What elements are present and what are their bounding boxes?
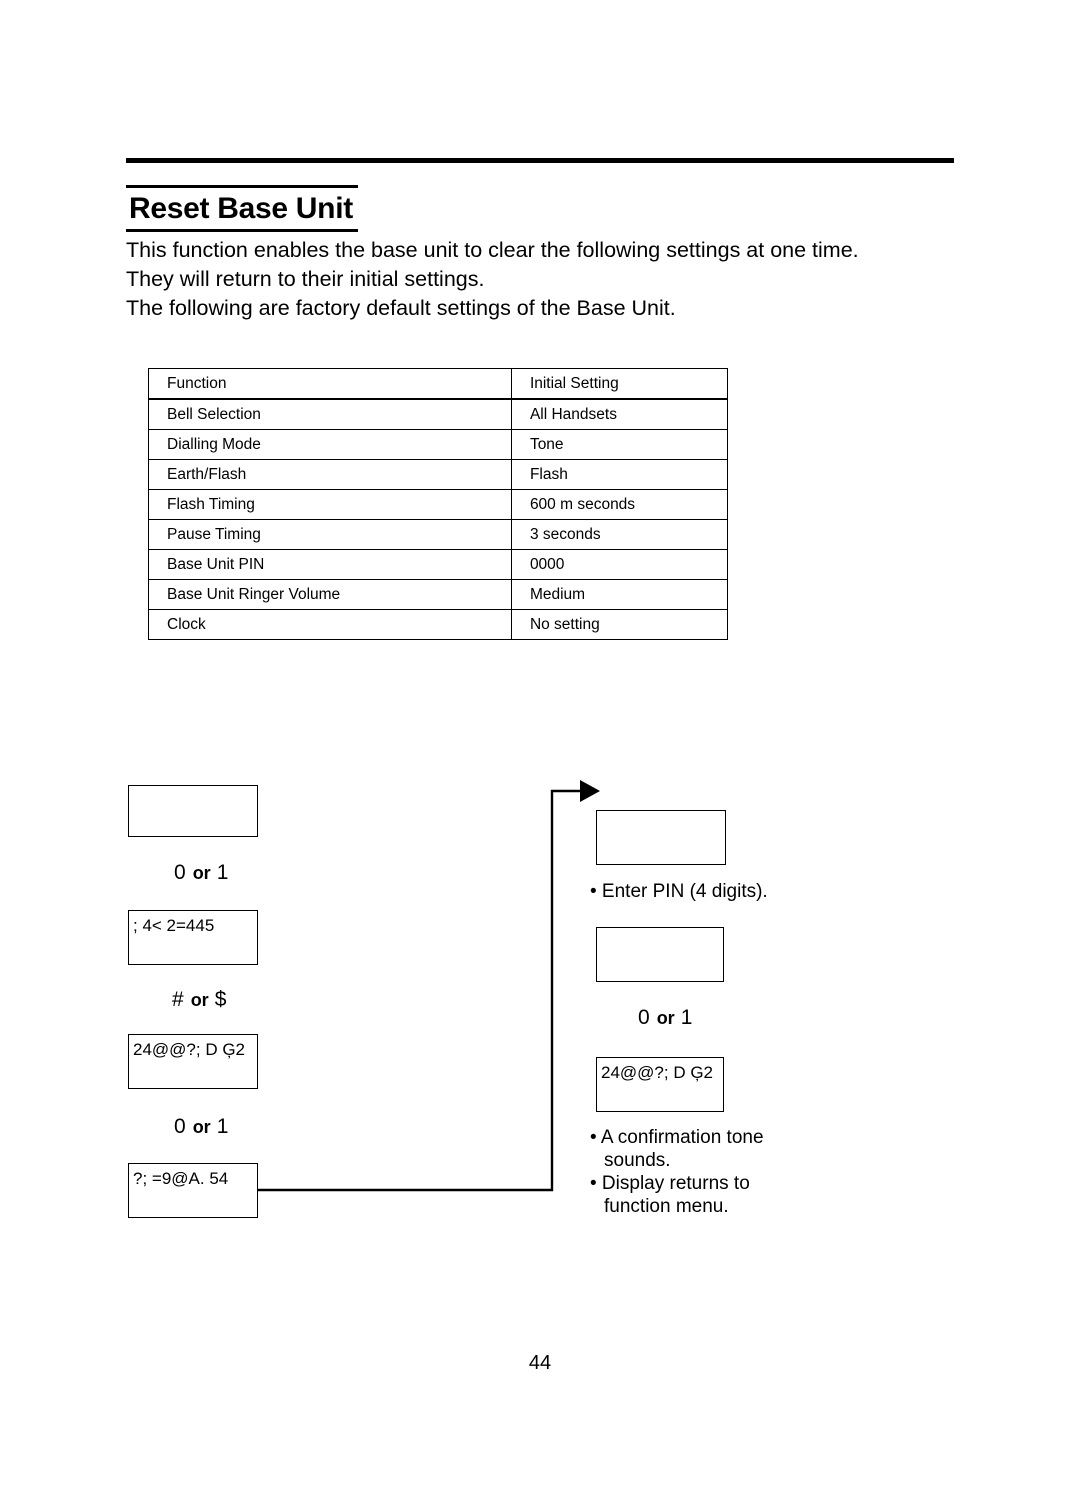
table-cell-function: Flash Timing [148,489,512,520]
key-left-3-first: 0 [174,1115,186,1138]
note-confirmation-line-4: function menu. [604,1196,729,1217]
factory-defaults-table: Function Initial Setting Bell Selection … [148,368,729,640]
key-right-1-first: 0 [638,1006,650,1029]
table-cell-setting: 0000 [510,549,729,580]
lcd-screen-right-3: 24@@?; D Ģ2 [596,1057,724,1112]
table-cell-setting: All Handsets [510,398,729,430]
table-row: Bell Selection All Handsets [148,398,729,430]
table-cell-function: Pause Timing [148,519,512,550]
intro-line-2: They will return to their initial settin… [126,267,485,291]
lcd-screen-left-4: ?; =9@A. 54 [128,1163,258,1218]
page-title-block: Reset Base Unit [126,185,358,232]
lcd-screen-left-2: ; 4< 2=445 [128,910,258,965]
key-label-left-3: 0 or 1 [174,1115,228,1139]
key-left-2-second: $ [214,988,227,1011]
table-header-initial-setting: Initial Setting [510,368,729,400]
lcd-screen-right-2 [596,927,724,982]
note-confirmation-line-3: • Display returns to [590,1173,750,1194]
table-row: Pause Timing 3 seconds [148,519,729,550]
table-row: Dialling Mode Tone [148,429,729,460]
table-cell-function: Base Unit PIN [148,549,512,580]
table-header-row: Function Initial Setting [148,368,729,400]
lcd-screen-left-3: 24@@?; D Ģ2 [128,1034,258,1089]
key-left-3-second: 1 [216,1115,229,1138]
table-cell-setting: No setting [510,609,729,640]
key-left-1-second: 1 [216,861,229,884]
table-cell-setting: 3 seconds [510,519,729,550]
table-row: Clock No setting [148,609,729,640]
table-header-function: Function [148,368,512,400]
page-number: 44 [528,1352,552,1374]
table-row: Base Unit PIN 0000 [148,549,729,580]
key-label-left-1: 0 or 1 [174,861,228,885]
intro-line-3: The following are factory default settin… [126,296,676,320]
note-confirmation-line-2: sounds. [604,1150,671,1171]
table-cell-function: Earth/Flash [148,459,512,490]
page-title: Reset Base Unit [129,192,353,225]
note-confirmation-line-1: • A confirmation tone [590,1127,764,1148]
table-cell-function: Base Unit Ringer Volume [148,579,512,610]
note-confirmation: • A confirmation tone sounds. • Display … [590,1126,764,1218]
table-row: Earth/Flash Flash [148,459,729,490]
lcd-screen-right-1 [596,810,726,865]
manual-page: Reset Base Unit This function enables th… [0,0,1080,1509]
table-cell-function: Clock [148,609,512,640]
key-left-2-or: or [190,990,209,1010]
key-right-1-or: or [656,1008,675,1028]
intro-line-1: This function enables the base unit to c… [126,238,859,262]
key-left-3-or: or [192,1117,211,1137]
table-cell-setting: 600 m seconds [510,489,729,520]
table-cell-function: Dialling Mode [148,429,512,460]
table-row: Base Unit Ringer Volume Medium [148,579,729,610]
lcd-screen-left-1 [128,785,258,837]
key-left-1-or: or [192,863,211,883]
key-left-2-first: # [172,988,184,1011]
intro-text: This function enables the base unit to c… [126,236,966,323]
title-rule-bottom [126,229,358,232]
key-label-right-1: 0 or 1 [638,1006,692,1030]
table-cell-setting: Flash [510,459,729,490]
header-rule [126,158,954,163]
key-label-left-2: # or $ [172,988,226,1012]
table-row: Flash Timing 600 m seconds [148,489,729,520]
table-cell-function: Bell Selection [148,398,512,430]
key-left-1-first: 0 [174,861,186,884]
table-cell-setting: Medium [510,579,729,610]
note-enter-pin: • Enter PIN (4 digits). [590,881,768,902]
table-cell-setting: Tone [510,429,729,460]
key-right-1-second: 1 [680,1006,693,1029]
